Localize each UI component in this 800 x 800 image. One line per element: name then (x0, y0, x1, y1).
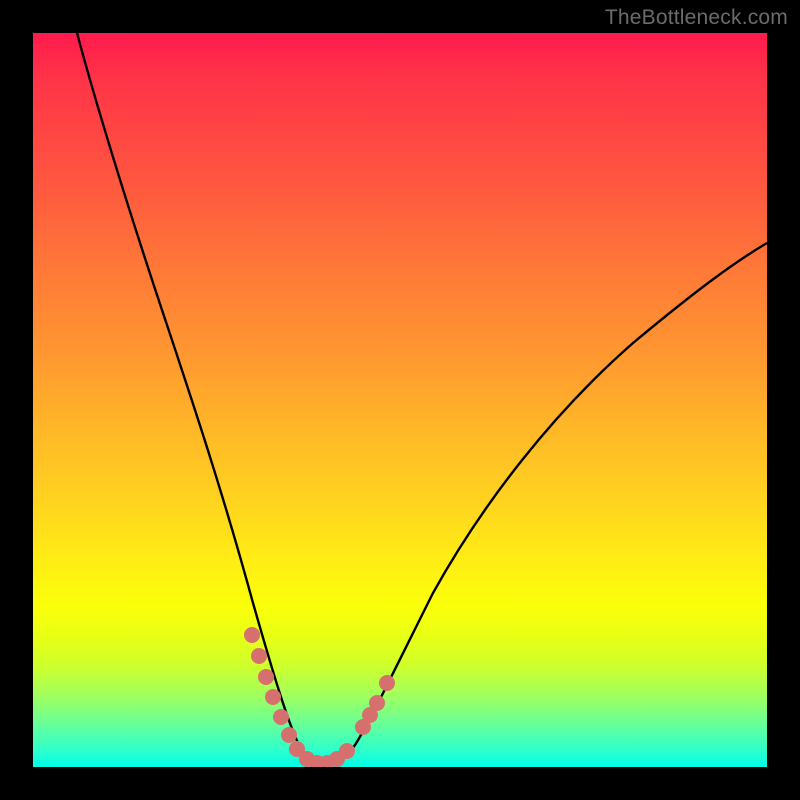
curve-layer (33, 33, 767, 767)
chart-frame: TheBottleneck.com (0, 0, 800, 800)
marker-dot (251, 648, 267, 664)
marker-dot (273, 709, 289, 725)
bottleneck-curve (77, 33, 767, 763)
marker-dot (339, 743, 355, 759)
marker-dot (258, 669, 274, 685)
marker-dot (265, 689, 281, 705)
watermark-text: TheBottleneck.com (605, 6, 788, 30)
marker-dot (369, 695, 385, 711)
marker-dot (379, 675, 395, 691)
plot-area (33, 33, 767, 767)
marker-dot (244, 627, 260, 643)
marker-dot (281, 727, 297, 743)
